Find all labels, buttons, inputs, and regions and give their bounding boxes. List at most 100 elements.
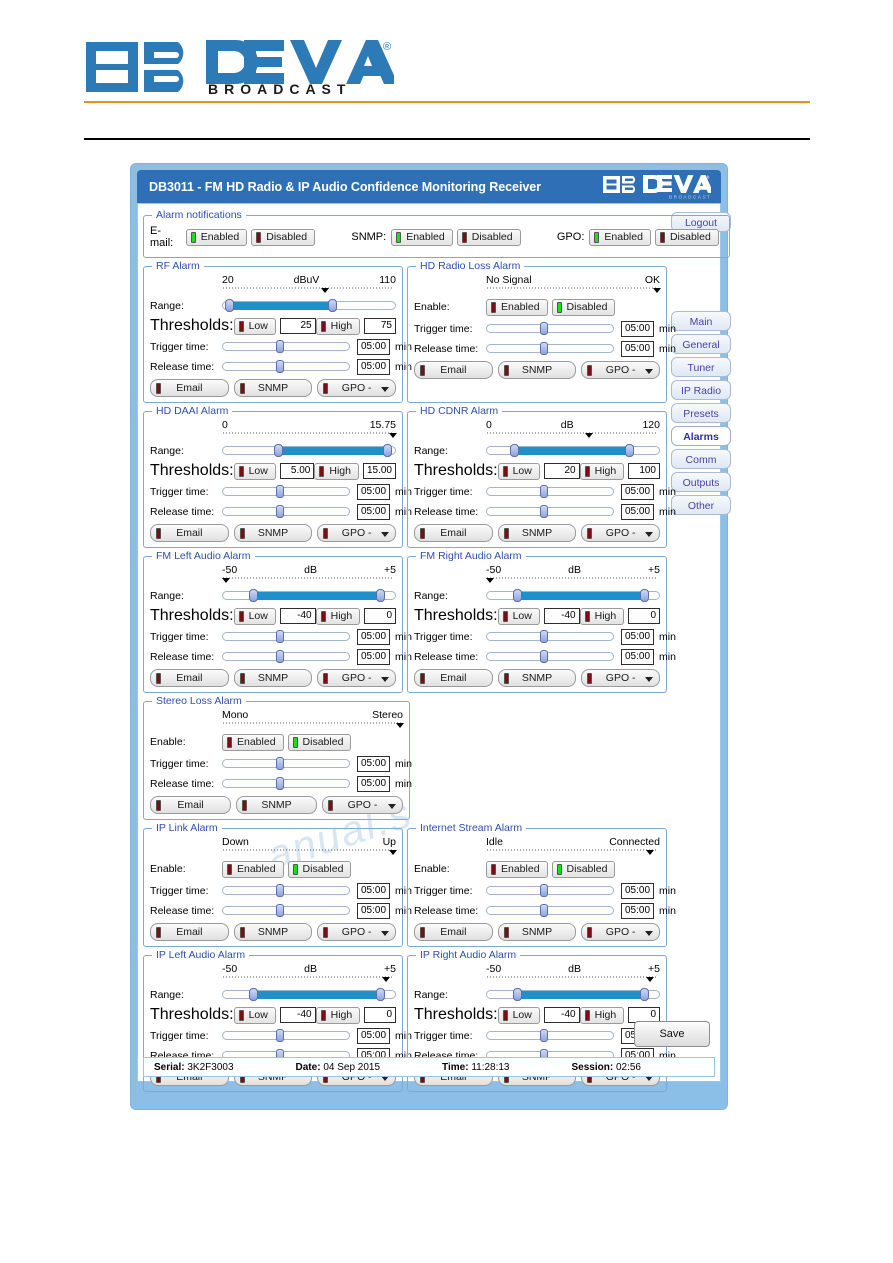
threshold-low-button[interactable]: Low — [233, 462, 276, 480]
release-time-handle[interactable] — [539, 342, 548, 355]
release-time-handle[interactable] — [539, 650, 548, 663]
trigger-time-handle[interactable] — [539, 884, 548, 897]
release-time-slider[interactable] — [486, 650, 614, 663]
threshold-low-value[interactable]: 25 — [279, 318, 316, 334]
email-enabled-button[interactable]: Enabled — [185, 228, 248, 246]
nav-item-main[interactable]: Main — [671, 311, 731, 331]
threshold-low-button[interactable]: Low — [233, 607, 276, 625]
nav-item-ip-radio[interactable]: IP Radio — [671, 380, 731, 400]
threshold-low-value[interactable]: 5.00 — [279, 463, 315, 479]
trigger-time-handle[interactable] — [275, 340, 284, 353]
threshold-high-button[interactable]: High — [579, 607, 625, 625]
trigger-time-slider[interactable] — [222, 884, 350, 897]
release-time-value[interactable]: 05:00 — [621, 648, 655, 665]
threshold-low-button[interactable]: Low — [233, 317, 276, 335]
range-low-handle[interactable] — [509, 444, 519, 457]
nav-item-comm[interactable]: Comm — [671, 449, 731, 469]
snmp-action-button[interactable]: SNMP — [497, 669, 577, 687]
nav-item-other[interactable]: Other — [671, 495, 731, 515]
trigger-time-value[interactable]: 05:00 — [357, 1027, 391, 1044]
email-action-button[interactable]: Email — [150, 796, 231, 814]
range-low-handle[interactable] — [249, 589, 259, 602]
range-high-handle[interactable] — [376, 988, 386, 1001]
save-button[interactable]: Save — [634, 1021, 710, 1047]
nav-item-general[interactable]: General — [671, 334, 731, 354]
gpo-disabled-button[interactable]: Disabled — [654, 228, 719, 246]
email-action-button[interactable]: Email — [414, 524, 493, 542]
release-time-slider[interactable] — [222, 360, 350, 373]
threshold-high-button[interactable]: High — [579, 462, 625, 480]
threshold-low-button[interactable]: Low — [497, 607, 540, 625]
enable-enabled-button[interactable]: Enabled — [222, 860, 284, 878]
trigger-time-slider[interactable] — [486, 485, 614, 498]
trigger-time-slider[interactable] — [222, 1029, 350, 1042]
trigger-time-value[interactable]: 05:00 — [357, 338, 391, 355]
enable-enabled-button[interactable]: Enabled — [486, 298, 548, 316]
trigger-time-value[interactable]: 05:00 — [357, 755, 391, 772]
threshold-high-value[interactable]: 0 — [628, 608, 660, 624]
range-high-handle[interactable] — [640, 589, 650, 602]
gpo-action-dropdown[interactable]: GPO - — [581, 361, 661, 379]
snmp-action-button[interactable]: SNMP — [233, 524, 313, 542]
gpo-action-dropdown[interactable]: GPO - — [581, 923, 661, 941]
trigger-time-handle[interactable] — [275, 1029, 284, 1042]
snmp-disabled-button[interactable]: Disabled — [456, 228, 521, 246]
threshold-high-value[interactable]: 0 — [364, 608, 396, 624]
range-low-handle[interactable] — [273, 444, 283, 457]
range-low-handle[interactable] — [513, 988, 523, 1001]
release-time-value[interactable]: 05:00 — [621, 340, 655, 357]
email-action-button[interactable]: Email — [150, 923, 229, 941]
release-time-slider[interactable] — [222, 505, 350, 518]
range-high-handle[interactable] — [327, 299, 337, 312]
email-action-button[interactable]: Email — [414, 361, 493, 379]
range-low-handle[interactable] — [224, 299, 234, 312]
release-time-slider[interactable] — [222, 904, 350, 917]
release-time-slider[interactable] — [486, 505, 614, 518]
nav-item-outputs[interactable]: Outputs — [671, 472, 731, 492]
snmp-enabled-button[interactable]: Enabled — [391, 228, 453, 246]
enable-disabled-button[interactable]: Disabled — [287, 860, 352, 878]
trigger-time-slider[interactable] — [486, 1029, 614, 1042]
release-time-handle[interactable] — [275, 904, 284, 917]
gpo-action-dropdown[interactable]: GPO - — [317, 379, 397, 397]
range-slider[interactable] — [486, 988, 660, 1001]
gpo-action-dropdown[interactable]: GPO - — [322, 796, 403, 814]
gpo-action-dropdown[interactable]: GPO - — [317, 923, 397, 941]
range-slider[interactable] — [222, 444, 396, 457]
trigger-time-slider[interactable] — [222, 630, 350, 643]
release-time-slider[interactable] — [486, 904, 614, 917]
threshold-low-value[interactable]: -40 — [543, 1007, 580, 1023]
snmp-action-button[interactable]: SNMP — [497, 923, 577, 941]
threshold-high-value[interactable]: 0 — [364, 1007, 396, 1023]
enable-enabled-button[interactable]: Enabled — [222, 733, 284, 751]
enable-disabled-button[interactable]: Disabled — [551, 298, 616, 316]
range-slider[interactable] — [222, 589, 396, 602]
email-action-button[interactable]: Email — [414, 669, 493, 687]
threshold-high-value[interactable]: 15.00 — [362, 463, 396, 479]
trigger-time-slider[interactable] — [486, 884, 614, 897]
release-time-handle[interactable] — [275, 505, 284, 518]
trigger-time-handle[interactable] — [539, 322, 548, 335]
trigger-time-handle[interactable] — [275, 485, 284, 498]
email-action-button[interactable]: Email — [414, 923, 493, 941]
range-slider[interactable] — [486, 589, 660, 602]
trigger-time-value[interactable]: 05:00 — [357, 483, 391, 500]
trigger-time-value[interactable]: 05:00 — [621, 483, 655, 500]
trigger-time-slider[interactable] — [222, 485, 350, 498]
threshold-high-button[interactable]: High — [579, 1006, 625, 1024]
threshold-low-value[interactable]: -40 — [279, 608, 316, 624]
gpo-action-dropdown[interactable]: GPO - — [317, 669, 397, 687]
snmp-action-button[interactable]: SNMP — [497, 361, 577, 379]
trigger-time-value[interactable]: 05:00 — [621, 320, 655, 337]
trigger-time-slider[interactable] — [222, 757, 350, 770]
snmp-action-button[interactable]: SNMP — [236, 796, 317, 814]
release-time-handle[interactable] — [275, 650, 284, 663]
threshold-low-value[interactable]: 20 — [543, 463, 580, 479]
range-low-handle[interactable] — [513, 589, 523, 602]
release-time-handle[interactable] — [275, 777, 284, 790]
release-time-handle[interactable] — [539, 904, 548, 917]
threshold-high-button[interactable]: High — [315, 317, 361, 335]
threshold-high-value[interactable]: 100 — [628, 463, 660, 479]
range-high-handle[interactable] — [624, 444, 634, 457]
snmp-action-button[interactable]: SNMP — [233, 923, 313, 941]
